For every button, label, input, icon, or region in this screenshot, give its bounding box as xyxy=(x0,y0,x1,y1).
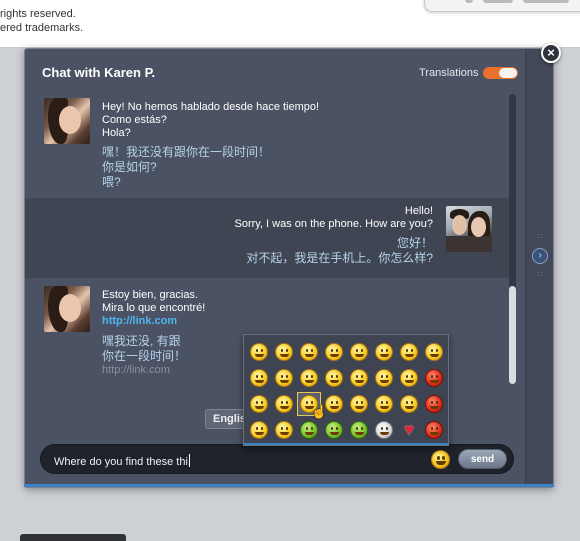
expand-arrow-icon[interactable]: › xyxy=(532,248,548,264)
emoji-thinking-icon[interactable] xyxy=(373,341,395,363)
emoji-grin-icon[interactable] xyxy=(273,341,295,363)
emoji-kiss-icon[interactable] xyxy=(248,419,270,441)
emoji-embarrassed-icon[interactable] xyxy=(373,393,395,415)
message-scrollbar[interactable] xyxy=(509,94,516,384)
grip-top-icon: ∷ xyxy=(537,232,543,241)
message-input[interactable]: Where do you find these thi xyxy=(54,454,190,468)
emoji-wink-icon[interactable] xyxy=(298,341,320,363)
message-original: Hey! No hemos hablado desde hace tiempo!… xyxy=(102,101,320,139)
message-me: Hello! Sorry, I was on the phone. How ar… xyxy=(25,198,514,278)
emoji-grid: ♥ xyxy=(248,341,444,443)
emoji-heart-icon[interactable]: ♥ xyxy=(398,419,420,441)
message-karen-1: Hey! No hemos hablado desde hace tiempo!… xyxy=(25,88,514,198)
send-button[interactable]: send xyxy=(458,449,507,469)
emoji-smile-icon[interactable] xyxy=(248,341,270,363)
emoji-surprised-icon[interactable] xyxy=(373,367,395,389)
grip-bottom-icon: ∷ xyxy=(537,270,543,279)
message-link[interactable]: http://link.com xyxy=(102,315,205,328)
close-icon[interactable]: × xyxy=(541,43,561,63)
message-original: Hello! Sorry, I was on the phone. How ar… xyxy=(234,205,433,230)
scrollbar-thumb[interactable] xyxy=(509,286,516,384)
avatar-karen[interactable] xyxy=(44,286,90,332)
emoji-devil-icon[interactable] xyxy=(423,393,445,415)
emoji-sick-green-icon[interactable] xyxy=(298,419,320,441)
message-original: Estoy bien, gracias. Mira lo que encontr… xyxy=(102,289,206,328)
emoji-sleepy-icon[interactable] xyxy=(398,367,420,389)
translations-toggle[interactable] xyxy=(483,67,518,79)
emoji-worried-icon[interactable] xyxy=(398,341,420,363)
emoji-picker-popup: ♥ xyxy=(243,334,449,446)
emoji-puke-green-icon[interactable] xyxy=(348,419,370,441)
emoji-happy-icon[interactable] xyxy=(248,367,270,389)
emoji-cry-icon[interactable] xyxy=(423,341,445,363)
background-copyright-text: rights reserved. xyxy=(0,8,76,20)
avatar-karen[interactable] xyxy=(44,98,90,144)
emoji-angel-icon[interactable] xyxy=(273,419,295,441)
emoji-cool-icon[interactable] xyxy=(248,393,270,415)
emoji-angry-face-icon[interactable] xyxy=(423,419,445,441)
emoji-picker-button-icon[interactable] xyxy=(431,450,450,469)
window-bottom-accent xyxy=(24,484,554,487)
emoji-smirk-icon[interactable] xyxy=(323,367,345,389)
emoji-neutral-icon[interactable] xyxy=(348,393,370,415)
translations-label: Translations xyxy=(419,67,479,79)
emoji-tongue-icon[interactable] xyxy=(298,367,320,389)
emoji-zombie-icon[interactable] xyxy=(323,419,345,441)
toggle-knob xyxy=(499,68,517,78)
mouse-cursor-icon: ☝ xyxy=(311,404,328,419)
background-tab xyxy=(424,0,580,12)
background-trademark-text: ered trademarks. xyxy=(0,22,84,34)
message-input-bar[interactable]: Where do you find these thi send xyxy=(40,444,514,474)
emoji-skull-icon[interactable] xyxy=(373,419,395,441)
message-translation: 您好！ 对不起，我是在手机上。你怎么样? xyxy=(246,236,433,265)
avatar-me[interactable] xyxy=(446,206,492,252)
emoji-blush-icon[interactable] xyxy=(398,393,420,415)
emoji-nerd-icon[interactable] xyxy=(273,393,295,415)
translated-link[interactable]: http://link.com xyxy=(102,364,186,377)
emoji-laugh-icon[interactable] xyxy=(273,367,295,389)
side-panel xyxy=(525,49,553,487)
emoji-sad-icon[interactable] xyxy=(323,341,345,363)
emoji-tears-icon[interactable] xyxy=(348,367,370,389)
background-bottom-button xyxy=(20,534,126,541)
emoji-angry-red-icon[interactable] xyxy=(423,367,445,389)
emoji-confused-icon[interactable] xyxy=(348,341,370,363)
message-translation: 嘿我还没, 有跟 你在一段时间！ http://link.com xyxy=(102,334,187,377)
message-translation: 嘿！我还没有跟你在一段时间！ 你是如何? 喂? xyxy=(102,145,271,189)
chat-title: Chat with Karen P. xyxy=(42,65,156,80)
